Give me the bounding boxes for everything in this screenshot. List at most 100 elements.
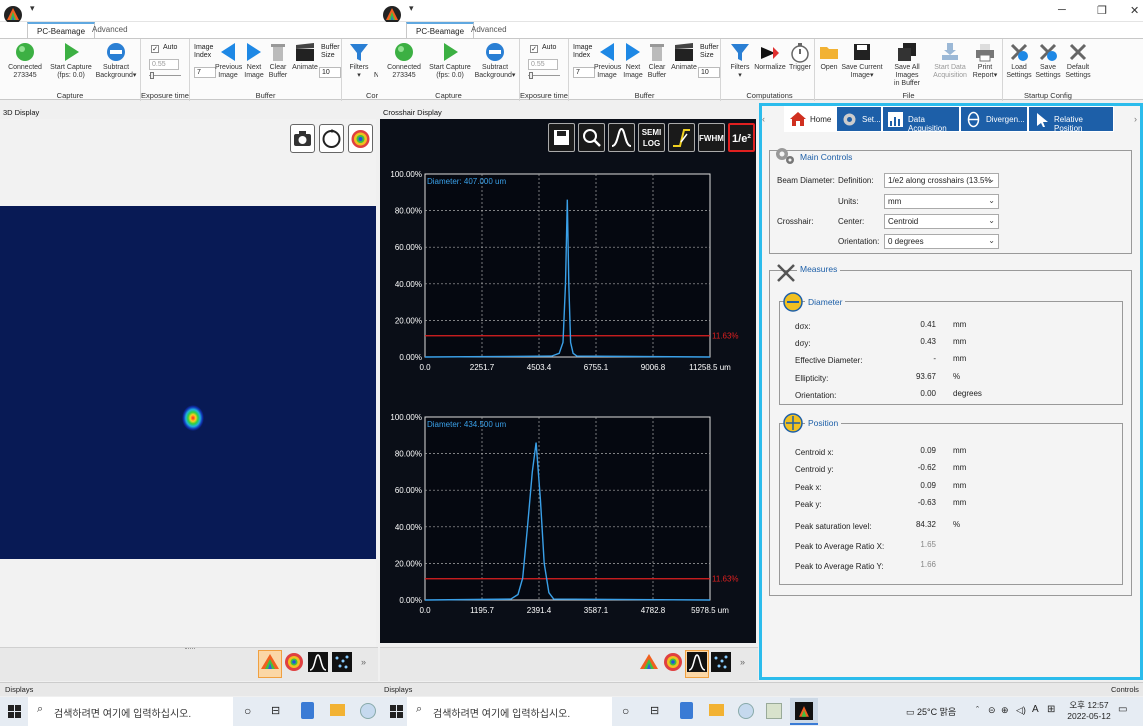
crosshair-view-icon[interactable] [686,651,708,673]
saturation-button[interactable] [668,123,695,152]
animate-button[interactable]: Animate [291,41,319,72]
windows-start-icon[interactable] [8,705,21,718]
tray-chevron-icon[interactable]: ˆ [976,705,979,715]
buffer-size-input-2[interactable]: 10 [698,67,720,78]
save-current-image-button[interactable]: Save Current Image▾ [841,41,883,80]
tab-divergence[interactable]: Divergen... [960,106,1028,132]
gaussian-fit-button[interactable] [608,123,635,152]
definition-select[interactable]: 1/e2 along crosshairs (13.5% ⌄ [884,173,999,188]
task-view-icon[interactable]: ⊟ [271,704,280,717]
3d-beam-view[interactable] [0,206,376,559]
crosshair-view-icon[interactable] [307,651,329,673]
clear-buffer-button-2[interactable]: Clear Buffer [645,41,669,80]
quick-access-icon-2[interactable]: ▾ [409,3,414,14]
exposure-slider-thumb[interactable] [150,72,154,79]
screenshot-button[interactable] [548,123,575,152]
image-index-input[interactable]: 7 [194,67,216,78]
print-report-button[interactable]: Print Report▾ [969,41,1001,80]
task-view-icon-2[interactable]: ⊟ [650,704,659,717]
close-icon[interactable]: ✕ [1130,4,1139,17]
filters-button-2[interactable]: Filters ▾ [727,41,753,80]
network-icon[interactable]: ⊝ [988,705,996,716]
file-explorer-icon-2[interactable] [709,704,724,716]
beam-profile-view-button[interactable] [348,124,373,153]
start-data-acquisition-button[interactable]: Start Data Acquisition [932,41,968,80]
default-settings-button[interactable]: Default Settings [1063,41,1093,80]
app-icon-2[interactable] [738,703,754,719]
tabs-scroll-left-icon[interactable]: ‹ [762,114,765,124]
globe-icon[interactable]: ⊕ [1001,705,1009,716]
restore-icon[interactable]: ❐ [1097,4,1107,17]
taskbar-search-input[interactable]: ⌕ 검색하려면 여기에 입력하십시오. [28,697,233,726]
semi-log-button[interactable]: SEMI LOG [638,123,665,152]
next-image-button-2[interactable]: Next Image [621,41,645,80]
3d-view-icon[interactable] [638,651,660,673]
center-select[interactable]: Centroid ⌄ [884,214,999,229]
exposure-slider-thumb-2[interactable] [529,72,533,79]
save-all-images-button[interactable]: Save All Images in Buffer [883,41,931,88]
calculator-app-icon[interactable] [301,702,314,719]
start-capture-button-2[interactable]: Start Capture (fps: 0.0) [427,41,473,80]
load-settings-button[interactable]: Load Settings [1005,41,1033,80]
resize-grip[interactable] [185,648,195,650]
units-select[interactable]: mm ⌄ [884,194,999,209]
quick-access-icon[interactable]: ▾ [30,3,35,14]
exposure-input-2[interactable]: 0.55 [528,59,558,70]
camera-button[interactable] [290,124,315,153]
tab-advanced-2[interactable]: Advanced [462,22,516,38]
subtract-background-button[interactable]: Subtract Background▾ [93,41,139,80]
subtract-background-button-2[interactable]: Subtract Background▾ [472,41,518,80]
exposure-input[interactable]: 0.55 [149,59,179,70]
zoom-button[interactable] [578,123,605,152]
taskbar-search-input-2[interactable]: ⌕ 검색하려면 여기에 입력하십시오. [407,697,612,726]
scatter-view-icon[interactable] [710,651,732,673]
weather-widget[interactable]: ▭ 25°C 맑음 [906,705,956,718]
previous-image-button-2[interactable]: Previous Image [594,41,621,80]
rotate-button[interactable] [319,124,344,153]
save-settings-button[interactable]: Save Settings [1034,41,1062,80]
ime-indicator[interactable]: A [1032,704,1039,715]
next-image-button[interactable]: Next Image [242,41,266,80]
tab-home[interactable]: Home [784,106,836,132]
animate-button-2[interactable]: Animate [670,41,698,72]
clear-buffer-button[interactable]: Clear Buffer [266,41,290,80]
buffer-size-input[interactable]: 10 [319,67,341,78]
filters-button[interactable]: Filters ▾ [348,41,370,80]
notification-icon[interactable]: ▭ [1118,704,1127,715]
trigger-button[interactable]: Trigger [787,41,813,72]
cortana-icon-2[interactable]: ○ [622,704,629,718]
auto-checkbox-2[interactable]: ✓ [530,45,538,53]
connected-button[interactable]: Connected 273345 [4,41,46,80]
clock[interactable]: 오후 12:57 2022-05-12 [1067,699,1111,721]
windows-start-icon-2[interactable] [390,705,403,718]
start-capture-button[interactable]: Start Capture (fps: 0.0) [48,41,94,80]
ime-mode-icon[interactable]: ⊞ [1047,704,1055,715]
more-views-icon[interactable]: » [361,657,366,667]
orientation-select[interactable]: 0 degrees ⌄ [884,234,999,249]
auto-checkbox[interactable]: ✓ [151,45,159,53]
normalize-button[interactable]: Normalize [753,41,787,72]
volume-icon[interactable]: ◁) [1016,705,1026,716]
tab-advanced[interactable]: Advanced [83,22,137,38]
3d-view-icon[interactable] [259,651,281,673]
scatter-view-icon[interactable] [331,651,353,673]
minimize-icon[interactable]: ─ [1058,4,1066,16]
fwhm-button[interactable]: FWHM [698,123,725,152]
connected-button-2[interactable]: Connected 273345 [382,41,426,80]
2d-view-icon[interactable] [662,651,684,673]
tab-data-acquisition[interactable]: Data Acquisition [882,106,960,133]
app-icon-1[interactable] [360,703,376,719]
2d-view-icon[interactable] [283,651,305,673]
app-icon-3[interactable] [766,703,782,719]
open-button[interactable]: Open [817,41,841,72]
tabs-scroll-right-icon[interactable]: › [1134,114,1137,124]
tab-relative-position[interactable]: Relative Position [1028,106,1114,133]
previous-image-button[interactable]: Previous Image [215,41,242,80]
cortana-icon[interactable]: ○ [244,704,251,718]
tab-settings[interactable]: Set... [836,106,882,132]
beamage-taskbar-button[interactable] [790,698,818,725]
image-index-input-2[interactable]: 7 [573,67,595,78]
more-views-icon-2[interactable]: » [740,657,745,667]
one-over-e2-button[interactable]: 1/e² [728,123,755,152]
file-explorer-icon[interactable] [330,704,345,716]
